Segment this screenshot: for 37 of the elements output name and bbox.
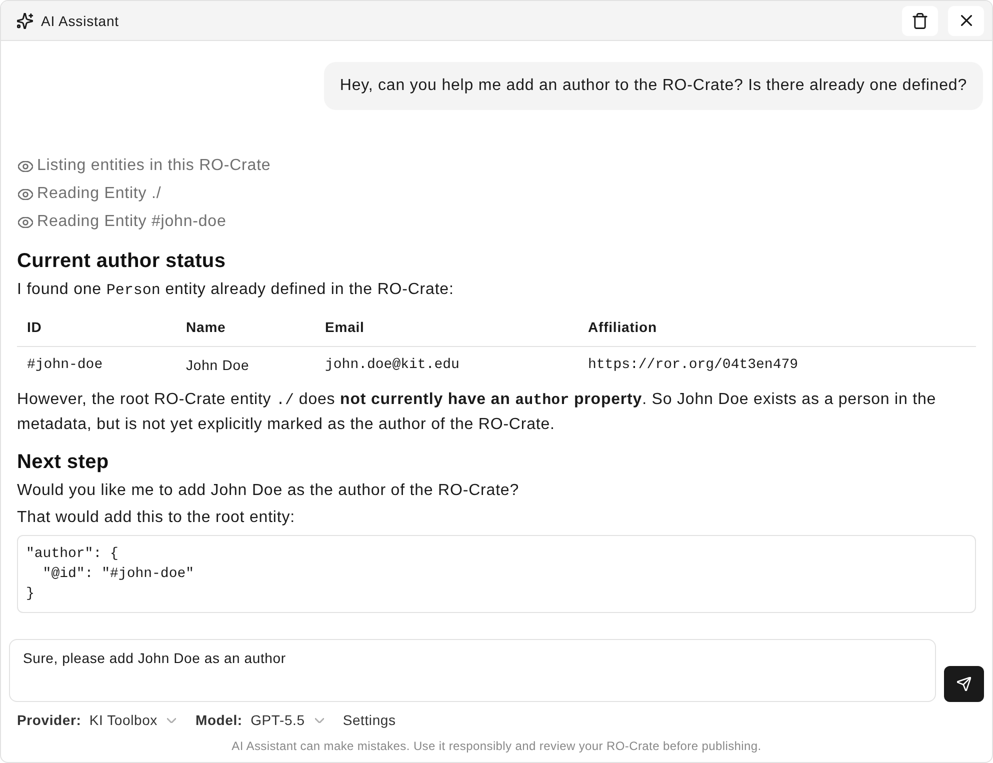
delete-button[interactable]	[902, 6, 938, 36]
section-heading: Next step	[17, 450, 110, 475]
table-header-cell: ID	[17, 307, 176, 346]
table-cell: #john-doe	[17, 346, 176, 383]
send-icon	[957, 677, 971, 691]
provider-dropdown[interactable]: Provider: KI Toolbox	[17, 712, 176, 728]
disclaimer-text: AI Assistant can make mistakes. Use it responsibly and review your RO-Crate before publishing.	[230, 738, 762, 754]
code-block: "author": { "@id": "#john-doe" }	[17, 535, 976, 613]
send-button[interactable]	[944, 666, 984, 702]
message-paragraph: That would add this to the root entity:	[17, 508, 296, 528]
message-paragraph: Would you like me to add John Doe as the author of the RO-Crate?	[17, 481, 520, 501]
table-header-cell: Name	[176, 307, 315, 346]
sparkles-icon	[17, 12, 33, 28]
table-header-cell: Email	[315, 307, 578, 346]
model-dropdown[interactable]: Model: GPT-5.5	[195, 712, 324, 728]
table-cell: https://ror.org/04t3en479	[578, 346, 976, 383]
close-icon	[960, 15, 972, 26]
eye-icon	[18, 216, 33, 228]
user-message: Hey, can you help me add an author to the RO-Crate? Is there already one defined?	[324, 62, 983, 110]
window-title: AI Assistant	[41, 12, 120, 28]
chevron-down-icon	[167, 718, 176, 722]
message-paragraph: However, the root RO-Crate entity ./ does not currently have an author property. So John Doe exists as a person in the metadata, but is not yet explicitly marked as the author of the RO-Crate.	[17, 390, 938, 435]
settings-link[interactable]: Settings	[342, 712, 396, 728]
section-heading: Current author status	[17, 249, 227, 274]
message-input[interactable]: Sure, please add John Doe as an author	[9, 639, 936, 702]
tool-call-status: Reading Entity ./	[37, 185, 162, 203]
trash-icon	[912, 12, 928, 28]
tool-call-status: Reading Entity #john-doe	[37, 213, 226, 231]
message-paragraph: I found one Person entity already defined in the RO-Crate:	[17, 280, 455, 301]
table-cell: John Doe	[176, 346, 315, 383]
tool-call-status: Listing entities in this RO-Crate	[37, 157, 271, 175]
chevron-down-icon	[314, 718, 324, 722]
table-cell: john.doe@kit.edu	[315, 346, 578, 383]
table-header-cell: Affiliation	[578, 307, 976, 346]
close-button[interactable]	[948, 6, 984, 36]
eye-icon	[18, 160, 33, 172]
eye-icon	[18, 188, 33, 200]
